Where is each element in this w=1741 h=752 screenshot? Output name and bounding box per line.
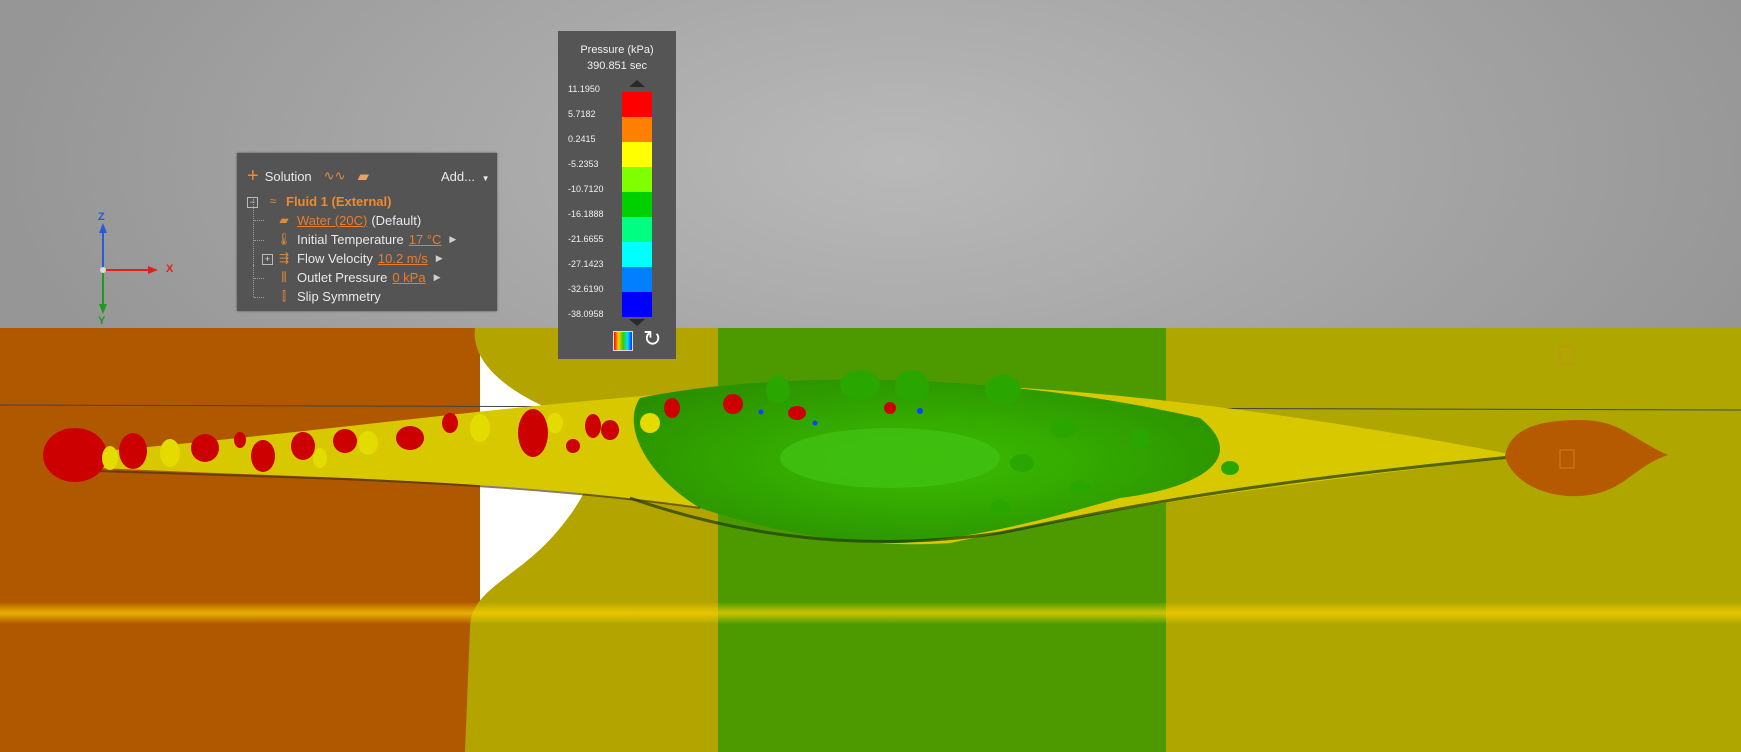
legend-value: -32.6190 (568, 284, 604, 294)
flow-velocity-icon: ⇶ (278, 251, 290, 265)
legend-value: -38.0958 (568, 309, 604, 319)
region-transition-right (1166, 328, 1741, 752)
expand-right-icon[interactable]: ▶ (449, 234, 456, 245)
add-solution-icon[interactable]: + (247, 166, 259, 186)
fluid-label: Fluid 1 (External) (286, 193, 392, 209)
legend-color-band (622, 142, 652, 167)
legend-color-band (622, 192, 652, 217)
fluid-icon: ≈ (269, 194, 277, 208)
add-dropdown-label: Add... (441, 169, 475, 184)
add-dropdown[interactable]: Add... ▼ (441, 169, 490, 184)
legend-min-arrow-icon[interactable] (629, 319, 645, 326)
tree-item-fluid[interactable]: ≈ Fluid 1 (External) (265, 192, 392, 210)
legend-color-band (622, 292, 652, 317)
color-spectrum-icon[interactable] (613, 331, 633, 351)
outlet-pressure-label: Outlet Pressure (297, 269, 388, 285)
legend-color-band (622, 242, 652, 267)
material-link[interactable]: Water (20C) (297, 213, 367, 228)
tree-item-slip-symmetry[interactable]: ⫿ Slip Symmetry (276, 287, 381, 305)
material-default-label: (Default) (371, 212, 422, 228)
material-eraser-icon[interactable]: ▰ (357, 167, 369, 185)
contour-svg (0, 328, 1741, 752)
tree-item-initial-temperature[interactable]: 🌡 Initial Temperature 17 °C ▶ (276, 230, 456, 248)
outlet-pressure-icon: ⫼ (281, 269, 287, 284)
legend-value: -16.1888 (568, 209, 604, 219)
expand-right-icon[interactable]: ▶ (434, 272, 441, 283)
waveform-icon[interactable]: ∿∿ (324, 168, 346, 184)
solution-label[interactable]: Solution (265, 169, 312, 184)
axis-y-label: Y (98, 315, 106, 327)
chevron-down-icon: ▼ (481, 174, 490, 183)
legend-value: -27.1423 (568, 259, 604, 269)
outlet-pressure-value[interactable]: 0 kPa (392, 270, 425, 285)
legend-color-band (622, 167, 652, 192)
axis-triad: Z X Y (88, 211, 178, 327)
setup-tree-panel: + Solution ∿∿ ▰ Add... ▼ − ≈ Fluid 1 (Ex… (237, 153, 497, 311)
tree-item-outlet-pressure[interactable]: ⫼ Outlet Pressure 0 kPa ▶ (276, 268, 441, 286)
reset-legend-icon[interactable]: ↻ (643, 328, 661, 350)
legend-value: -10.7120 (568, 184, 604, 194)
pressure-contour-plot[interactable] (0, 328, 1741, 752)
expand-right-icon[interactable]: ▶ (436, 253, 443, 264)
legend-color-band (622, 217, 652, 242)
expand-flow-velocity-icon[interactable]: + (262, 254, 273, 265)
collapse-fluid-icon[interactable]: − (247, 197, 258, 208)
initial-temperature-label: Initial Temperature (297, 231, 404, 247)
legend-color-band (622, 117, 652, 142)
legend-value: 5.7182 (568, 109, 596, 119)
legend-title: Pressure (kPa) (580, 44, 654, 56)
tree-item-material[interactable]: ▰ Water (20C) (Default) (276, 211, 421, 229)
legend-max-arrow-icon[interactable] (629, 80, 645, 87)
region-high-pressure (0, 328, 480, 752)
slip-symmetry-label: Slip Symmetry (297, 288, 381, 304)
axis-x-label: X (166, 263, 174, 275)
legend-color-band (622, 92, 652, 117)
axis-z-label: Z (98, 211, 105, 223)
flow-velocity-label: Flow Velocity (297, 250, 373, 266)
stern-high-pressure (43, 428, 107, 482)
pressure-legend: Pressure (kPa) 390.851 sec 11.1950 5.7182… (558, 31, 676, 359)
panel-header: + Solution ∿∿ ▰ (247, 166, 369, 186)
tree-item-flow-velocity[interactable]: ⇶ Flow Velocity 10.2 m/s ▶ (276, 249, 443, 267)
slip-symmetry-icon: ⫿ (282, 288, 286, 303)
thermometer-icon: 🌡 (276, 232, 292, 246)
legend-time: 390.851 sec (587, 60, 647, 72)
initial-temperature-value[interactable]: 17 °C (409, 232, 442, 247)
material-icon: ▰ (279, 213, 289, 227)
legend-value: -5.2353 (568, 159, 599, 169)
legend-value: 11.1950 (568, 84, 600, 94)
legend-color-band (622, 267, 652, 292)
legend-value: 0.2415 (568, 134, 596, 144)
flow-velocity-value[interactable]: 10.2 m/s (378, 251, 428, 266)
legend-value: -21.6655 (568, 234, 604, 244)
